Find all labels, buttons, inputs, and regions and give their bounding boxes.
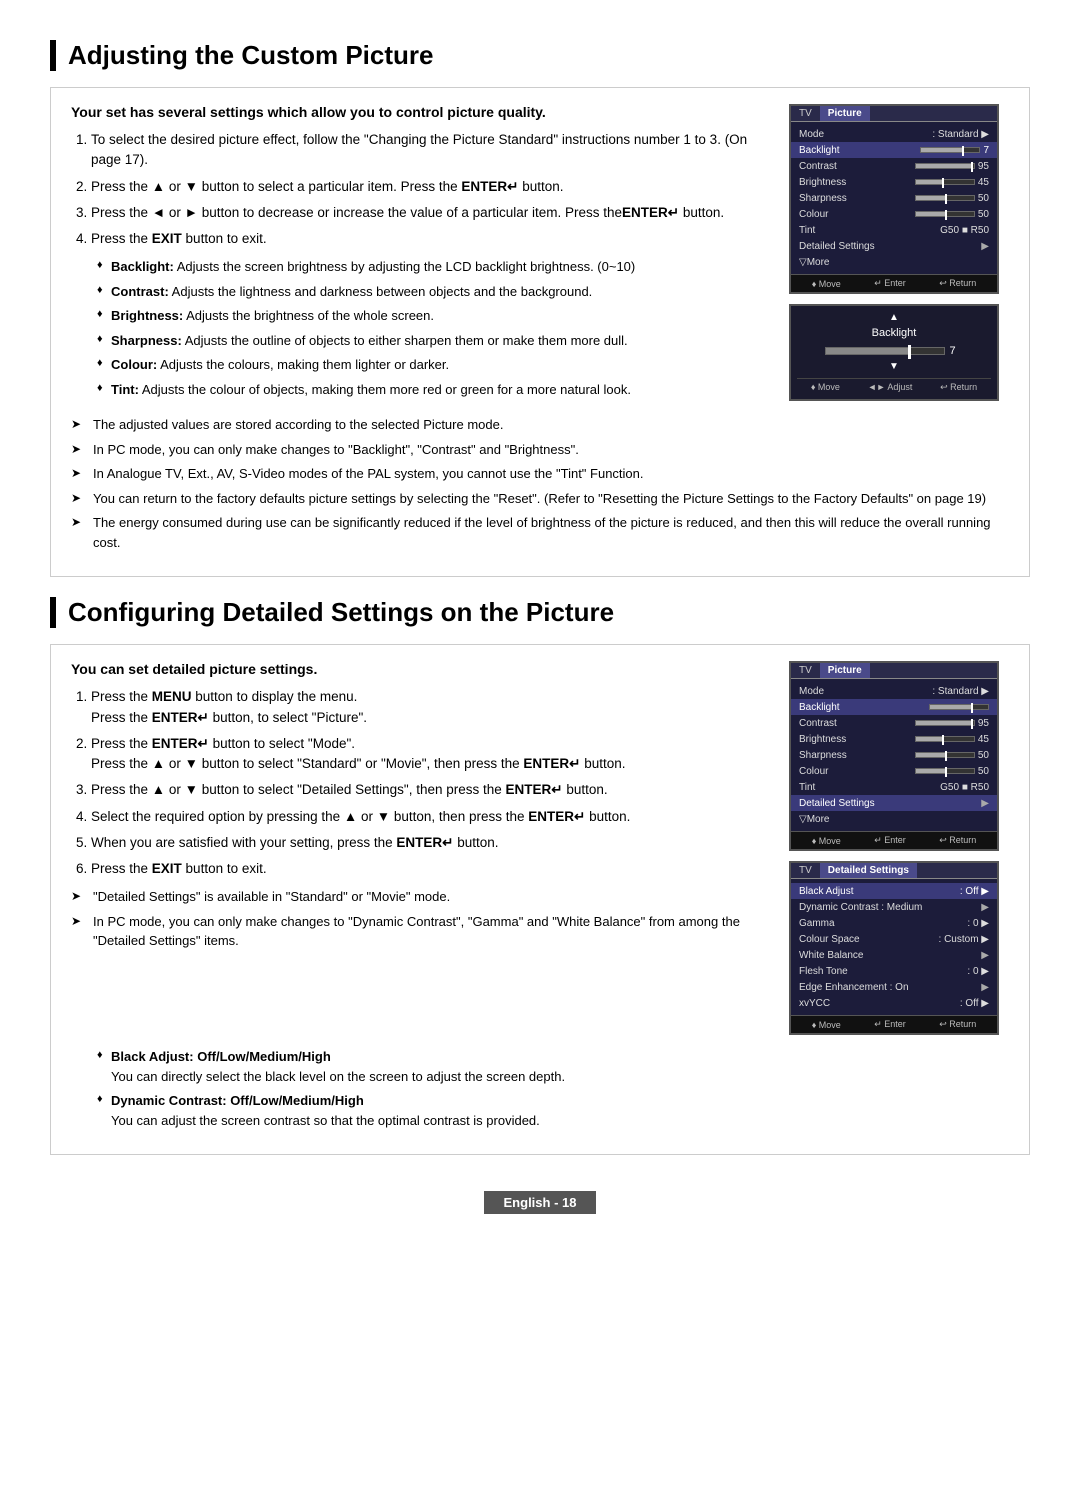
tv-row-contrast: Contrast 95 <box>791 158 997 174</box>
s2-note-1: "Detailed Settings" is available in "Sta… <box>71 887 769 907</box>
s2-note-2: In PC mode, you can only make changes to… <box>71 912 769 951</box>
bullet-list-1: Backlight: Adjusts the screen brightness… <box>81 257 769 399</box>
section1: Adjusting the Custom Picture Your set ha… <box>50 40 1030 577</box>
bullet-sharpness: Sharpness: Adjusts the outline of object… <box>97 331 769 351</box>
d-row-black: Black Adjust : Off ▶ <box>791 883 997 899</box>
tv-screen-s2-1: TV Picture Mode : Standard ▶ Backlight <box>789 661 999 851</box>
tv-menu-1: Mode : Standard ▶ Backlight 7 <box>791 122 997 274</box>
tv-tab-tv-s2: TV <box>791 663 820 678</box>
tv-detail-menu: Black Adjust : Off ▶ Dynamic Contrast : … <box>791 879 997 1015</box>
note-2: In PC mode, you can only make changes to… <box>71 440 1009 460</box>
s2-row-tint: Tint G50 ■ R50 <box>791 779 997 795</box>
bullet-contrast: Contrast: Adjusts the lightness and dark… <box>97 282 769 302</box>
tv-footer-1: ♦ Move ↵ Enter ↩ Return <box>791 274 997 292</box>
tv-detail-footer: ♦ Move ↵ Enter ↩ Return <box>791 1015 997 1033</box>
tv-detail-tab-label: Detailed Settings <box>820 863 917 878</box>
tv-menu-s2: Mode : Standard ▶ Backlight <box>791 679 997 831</box>
s2-row-backlight: Backlight <box>791 699 997 715</box>
s2-row-detailed: Detailed Settings ▶ <box>791 795 997 811</box>
section2-box: You can set detailed picture settings. P… <box>50 644 1030 1155</box>
section2: Configuring Detailed Settings on the Pic… <box>50 597 1030 1155</box>
tv-detail-tab-tv: TV <box>791 863 820 878</box>
s2-row-mode: Mode : Standard ▶ <box>791 683 997 699</box>
section1-content: Your set has several settings which allo… <box>71 104 769 407</box>
section1-title: Adjusting the Custom Picture <box>50 40 1030 71</box>
note-5: The energy consumed during use can be si… <box>71 513 1009 552</box>
s2-step-1: Press the MENU button to display the men… <box>91 687 769 728</box>
d-row-whitebalance: White Balance ▶ <box>791 947 997 963</box>
section2-title: Configuring Detailed Settings on the Pic… <box>50 597 1030 628</box>
tv-tab-tv: TV <box>791 106 820 121</box>
page-footer: English - 18 <box>50 1185 1030 1220</box>
tv-row-colour: Colour 50 <box>791 206 997 222</box>
tv-row-tint: Tint G50 ■ R50 <box>791 222 997 238</box>
d-row-dynamic: Dynamic Contrast : Medium ▶ <box>791 899 997 915</box>
section1-steps: To select the desired picture effect, fo… <box>71 130 769 249</box>
section1-box: Your set has several settings which allo… <box>50 87 1030 577</box>
step-3: Press the ◄ or ► button to decrease or i… <box>91 203 769 223</box>
s2-step-3: Press the ▲ or ▼ button to select "Detai… <box>91 780 769 800</box>
tv-row-detailed: Detailed Settings ▶ <box>791 238 997 254</box>
s2-bullet-black: Black Adjust: Off/Low/Medium/High You ca… <box>97 1047 1009 1086</box>
tv-row-brightness: Brightness 45 <box>791 174 997 190</box>
section1-notes: The adjusted values are stored according… <box>71 415 1009 552</box>
section2-screens: TV Picture Mode : Standard ▶ Backlight <box>789 661 1009 1035</box>
tv-row-mode: Mode : Standard ▶ <box>791 126 997 142</box>
s2-step-4: Select the required option by pressing t… <box>91 807 769 827</box>
bullet-tint: Tint: Adjusts the colour of objects, mak… <box>97 380 769 400</box>
s2-row-more: ▽More <box>791 811 997 827</box>
tv-header-1: TV Picture <box>791 106 997 122</box>
bullet-backlight: Backlight: Adjusts the screen brightness… <box>97 257 769 277</box>
section1-layout: Your set has several settings which allo… <box>71 104 1009 407</box>
tv-screen-2: ▲ Backlight 7 ▼ <box>789 304 999 401</box>
tv-backlight-footer: ♦ Move ◄► Adjust ↩ Return <box>797 378 991 393</box>
d-row-gamma: Gamma : 0 ▶ <box>791 915 997 931</box>
d-row-xvycc: xvYCC : Off ▶ <box>791 995 997 1011</box>
note-1: The adjusted values are stored according… <box>71 415 1009 435</box>
tv-row-sharpness: Sharpness 50 <box>791 190 997 206</box>
tv-screen-s2-2: TV Detailed Settings Black Adjust : Off … <box>789 861 999 1035</box>
section2-intro: You can set detailed picture settings. <box>71 661 769 677</box>
s2-row-colour: Colour 50 <box>791 763 997 779</box>
tv-backlight-label: Backlight <box>797 327 991 339</box>
step-4: Press the EXIT button to exit. <box>91 229 769 249</box>
section2-bullets: Black Adjust: Off/Low/Medium/High You ca… <box>81 1047 1009 1130</box>
step-1: To select the desired picture effect, fo… <box>91 130 769 171</box>
d-row-edge: Edge Enhancement : On ▶ <box>791 979 997 995</box>
tv-header-s2: TV Picture <box>791 663 997 679</box>
tv-row-backlight: Backlight 7 <box>791 142 997 158</box>
note-4: You can return to the factory defaults p… <box>71 489 1009 509</box>
tv-screen-1: TV Picture Mode : Standard ▶ Backlight <box>789 104 999 294</box>
section2-steps: Press the MENU button to display the men… <box>71 687 769 879</box>
tv-backlight-bar: 7 <box>797 345 991 357</box>
tv-tab-picture: Picture <box>820 106 870 121</box>
s2-row-sharpness: Sharpness 50 <box>791 747 997 763</box>
tv-row-more: ▽More <box>791 254 997 270</box>
section2-layout: You can set detailed picture settings. P… <box>71 661 1009 1035</box>
step-2: Press the ▲ or ▼ button to select a part… <box>91 177 769 197</box>
s2-bullet-dynamic: Dynamic Contrast: Off/Low/Medium/High Yo… <box>97 1091 1009 1130</box>
section1-screens: TV Picture Mode : Standard ▶ Backlight <box>789 104 1009 401</box>
s2-row-brightness: Brightness 45 <box>791 731 997 747</box>
d-row-colourspace: Colour Space : Custom ▶ <box>791 931 997 947</box>
footer-badge: English - 18 <box>484 1191 597 1214</box>
bullet-colour: Colour: Adjusts the colours, making them… <box>97 355 769 375</box>
section2-content: You can set detailed picture settings. P… <box>71 661 769 959</box>
note-3: In Analogue TV, Ext., AV, S-Video modes … <box>71 464 1009 484</box>
s2-step-2: Press the ENTER↵ button to select "Mode"… <box>91 734 769 775</box>
s2-row-contrast: Contrast 95 <box>791 715 997 731</box>
tv-footer-s2: ♦ Move ↵ Enter ↩ Return <box>791 831 997 849</box>
tv-detail-header-bar: TV Detailed Settings <box>791 863 997 879</box>
tv-tab-picture-s2: Picture <box>820 663 870 678</box>
section1-intro: Your set has several settings which allo… <box>71 104 769 120</box>
s2-step-6: Press the EXIT button to exit. <box>91 859 769 879</box>
s2-step-5: When you are satisfied with your setting… <box>91 833 769 853</box>
bullet-brightness: Brightness: Adjusts the brightness of th… <box>97 306 769 326</box>
d-row-fleshtone: Flesh Tone : 0 ▶ <box>791 963 997 979</box>
section2-notes: "Detailed Settings" is available in "Sta… <box>71 887 769 951</box>
